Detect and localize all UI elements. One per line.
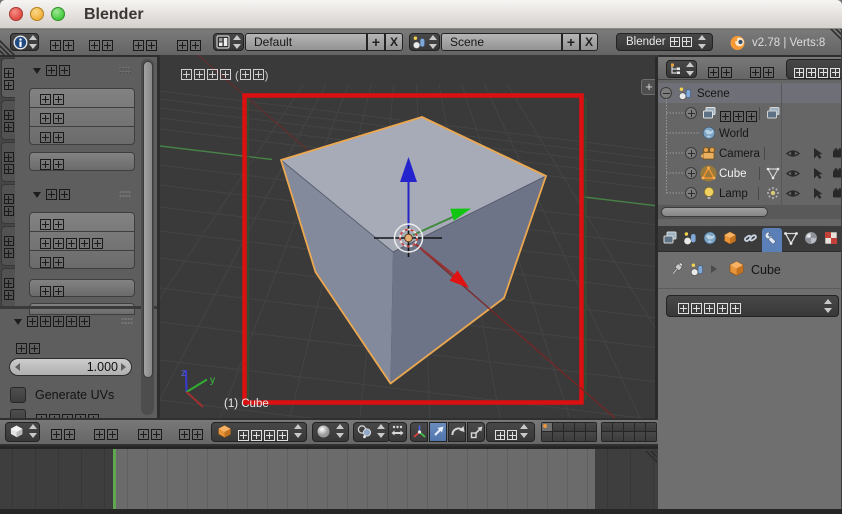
svg-text:z: z: [181, 368, 186, 379]
svg-text:y: y: [210, 375, 215, 386]
